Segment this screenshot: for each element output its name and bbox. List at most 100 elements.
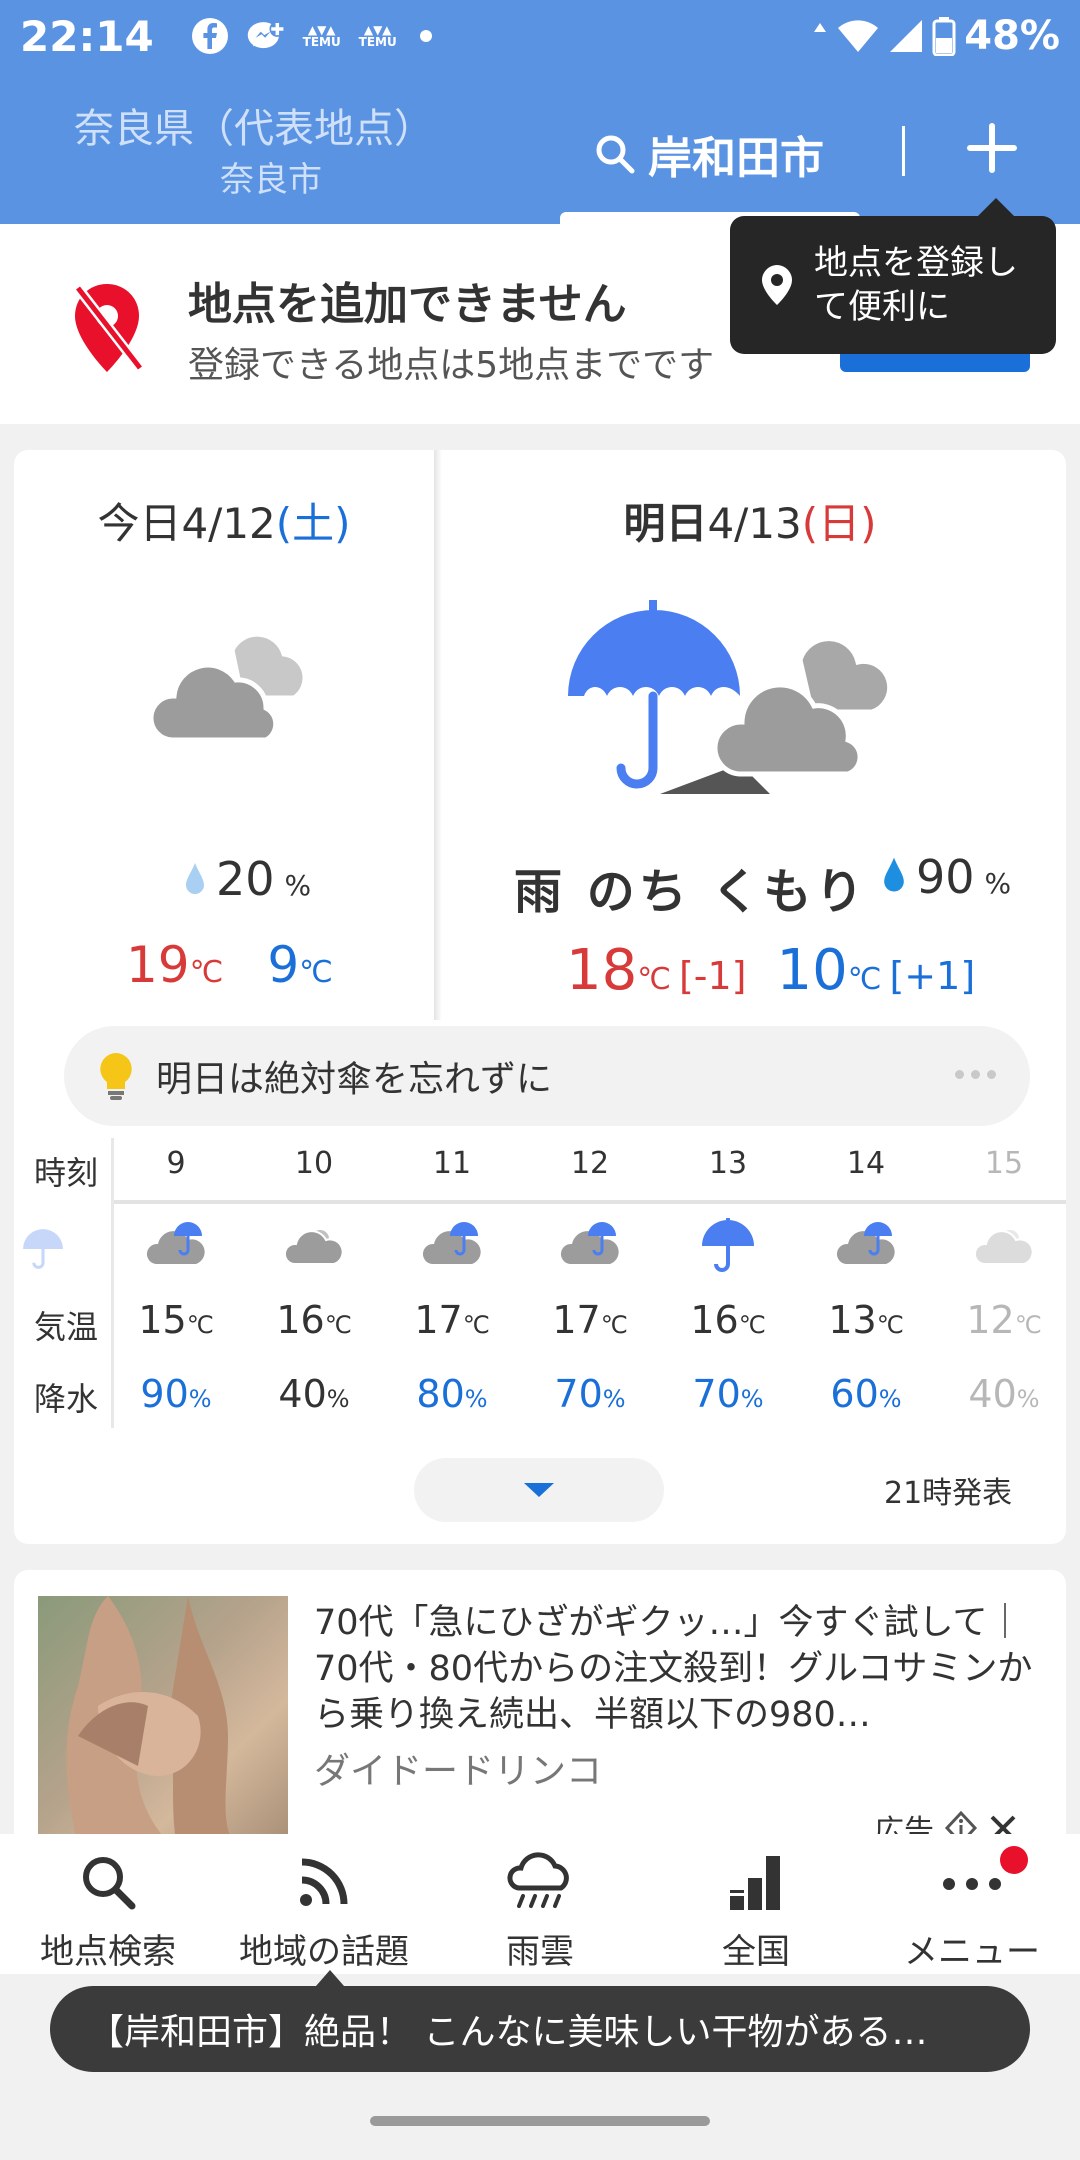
current-location-tab[interactable]: 岸和田市 (594, 122, 824, 186)
nav-label: 地点検索 (40, 1932, 176, 1972)
tomorrow-low: 10 (776, 938, 848, 1003)
today-date: 今日4/12(土) (97, 499, 351, 548)
hour-column: 15 12℃ 40% (944, 1138, 1064, 1428)
nav-label: メニュー (904, 1932, 1040, 1972)
hourly-forecast[interactable]: 時刻 気温 降水 9 15℃ 90% 10 16℃ 40% 11 17℃ 80%… (14, 1138, 1066, 1428)
nav-rain-clouds[interactable]: 雨雲 (432, 1834, 648, 1974)
row-label-temp: 気温 (34, 1308, 99, 1346)
more-icon (943, 1878, 1001, 1890)
row-label-precip: 降水 (34, 1380, 99, 1418)
location-pin-icon (762, 265, 792, 305)
more-notifications-dot (419, 30, 432, 42)
hour-label: 15 (984, 1146, 1024, 1181)
home-indicator[interactable] (370, 2116, 710, 2126)
add-location-button[interactable] (966, 122, 1018, 174)
tomorrow-high: 18 (566, 938, 638, 1003)
data-arrows-icon (814, 23, 827, 32)
facebook-icon (190, 16, 230, 56)
more-options-icon[interactable] (955, 1070, 996, 1079)
hour-temp: 16℃ (276, 1298, 352, 1342)
hour-column: 13 16℃ 70% (668, 1138, 788, 1428)
signal-icon (890, 20, 923, 52)
hour-label: 12 (570, 1146, 610, 1181)
ad-card[interactable]: 70代「急にひざがギクッ…」今すぐ試して｜70代・80代からの注文殺到！グルコサ… (14, 1570, 1066, 1850)
search-icon (83, 1857, 136, 1910)
hour-temp: 17℃ (414, 1298, 490, 1342)
tip-text: 明日は絶対傘を忘れずに (156, 1059, 553, 1100)
hour-precip: 60% (830, 1372, 902, 1416)
today-high: 19 (126, 936, 190, 994)
prefecture-city[interactable]: 奈良市 (220, 152, 322, 201)
notification-badge (1000, 1846, 1028, 1874)
hour-column: 14 13℃ 60% (806, 1138, 926, 1428)
hour-label: 11 (432, 1146, 472, 1181)
battery-percent: 48% (964, 13, 1060, 59)
issued-time: 21時発表 (884, 1476, 1013, 1511)
chevron-down-icon (524, 1483, 554, 1497)
today-forecast[interactable]: 今日4/12(土) 20% 19 ℃ 9 ℃ (14, 450, 434, 1030)
nav-nationwide[interactable]: 全国 (648, 1834, 864, 1974)
app-header: 奈良県（代表地点） 奈良市 岸和田市 (0, 72, 1080, 224)
local-news-banner[interactable]: 【岸和田市】絶品！ こんなに美味しい干物がある… (50, 1970, 1030, 2072)
hour-label: 14 (846, 1146, 886, 1181)
tomorrow-precip: 90% (882, 850, 1011, 904)
temu-icon: ▲▼▲ TEMU (358, 23, 397, 49)
umbrella-icon (23, 1229, 63, 1269)
hour-temp: 12℃ (966, 1298, 1042, 1342)
tomorrow-temps: 18 ℃ [-1] 10 ℃ [+1] (566, 938, 976, 1003)
hour-precip: 80% (416, 1372, 488, 1416)
rain-then-cloud-icon (568, 600, 893, 794)
hour-precip: 90% (140, 1372, 212, 1416)
location-off-icon (74, 284, 144, 372)
hour-column: 10 16℃ 40% (254, 1138, 374, 1428)
umbrella-icon (702, 1218, 754, 1272)
ad-title[interactable]: 70代「急にひざがギクッ…」今すぐ試して｜70代・80代からの注文殺到！グルコサ… (314, 1600, 1034, 1738)
hour-label: 10 (294, 1146, 334, 1181)
tomorrow-weather-text: 雨 のち くもり (514, 864, 868, 920)
battery-icon (932, 17, 956, 56)
today-low: 9 (267, 936, 300, 994)
temu-icon: ▲▼▲ TEMU (302, 23, 341, 49)
notice-subtitle: 登録できる地点は5地点までです (188, 345, 715, 386)
hour-temp: 13℃ (828, 1298, 904, 1342)
tomorrow-high-diff: [-1] (678, 954, 747, 998)
hour-label: 13 (708, 1146, 748, 1181)
register-location-tooltip[interactable]: 地点を登録して便利に (730, 198, 1056, 354)
ad-source: ダイドードリンコ (314, 1751, 603, 1792)
ad-image[interactable] (38, 1596, 288, 1850)
search-icon (596, 135, 635, 174)
current-location-name: 岸和田市 (648, 133, 824, 184)
nav-location-search[interactable]: 地点検索 (0, 1834, 216, 1974)
cloud-rain-icon (836, 1222, 895, 1264)
feed-icon (300, 1858, 348, 1906)
hour-temp: 17℃ (552, 1298, 628, 1342)
forecast-card: 今日4/12(土) 20% 19 ℃ 9 ℃ 明日4/13(日) 雨 のち くもり (14, 450, 1066, 1544)
notice-title: 地点を追加できません (188, 279, 627, 330)
nav-local-topics[interactable]: 地域の話題 (216, 1834, 432, 1974)
hourly-row-labels: 時刻 気温 降水 (14, 1138, 114, 1428)
hour-temp: 16℃ (690, 1298, 766, 1342)
header-divider (902, 126, 905, 176)
hour-precip: 40% (968, 1372, 1040, 1416)
nav-menu[interactable]: メニュー (864, 1834, 1080, 1974)
cloud-rain-icon (422, 1222, 481, 1264)
cloud-icon (974, 1228, 1034, 1265)
tomorrow-forecast[interactable]: 明日4/13(日) 雨 のち くもり 90% 18 ℃ [-1] 10 ℃ [+1] (434, 450, 1066, 1030)
bottom-navigation: 地点検索 地域の話題 雨雲 全国 メニュー (0, 1834, 1080, 1974)
hour-column: 9 15℃ 90% (116, 1138, 236, 1428)
hour-column: 12 17℃ 70% (530, 1138, 650, 1428)
tip-bar[interactable]: 明日は絶対傘を忘れずに (64, 1026, 1030, 1126)
expand-hourly-button[interactable] (414, 1458, 664, 1522)
tooltip-text: 地点を登録して便利に (814, 243, 1018, 327)
nav-label: 全国 (722, 1932, 790, 1972)
rain-cloud-icon (507, 1852, 569, 1908)
cloud-rain-icon (146, 1222, 205, 1264)
cloud-rain-icon (560, 1222, 619, 1264)
raindrop-icon (884, 857, 904, 892)
prefecture-tab[interactable]: 奈良県（代表地点） (74, 96, 434, 154)
messenger-icon (246, 16, 286, 56)
hour-label: 9 (166, 1146, 186, 1181)
bars-icon (730, 1856, 780, 1910)
hour-temp: 15℃ (138, 1298, 214, 1342)
cloud-icon (148, 631, 308, 743)
